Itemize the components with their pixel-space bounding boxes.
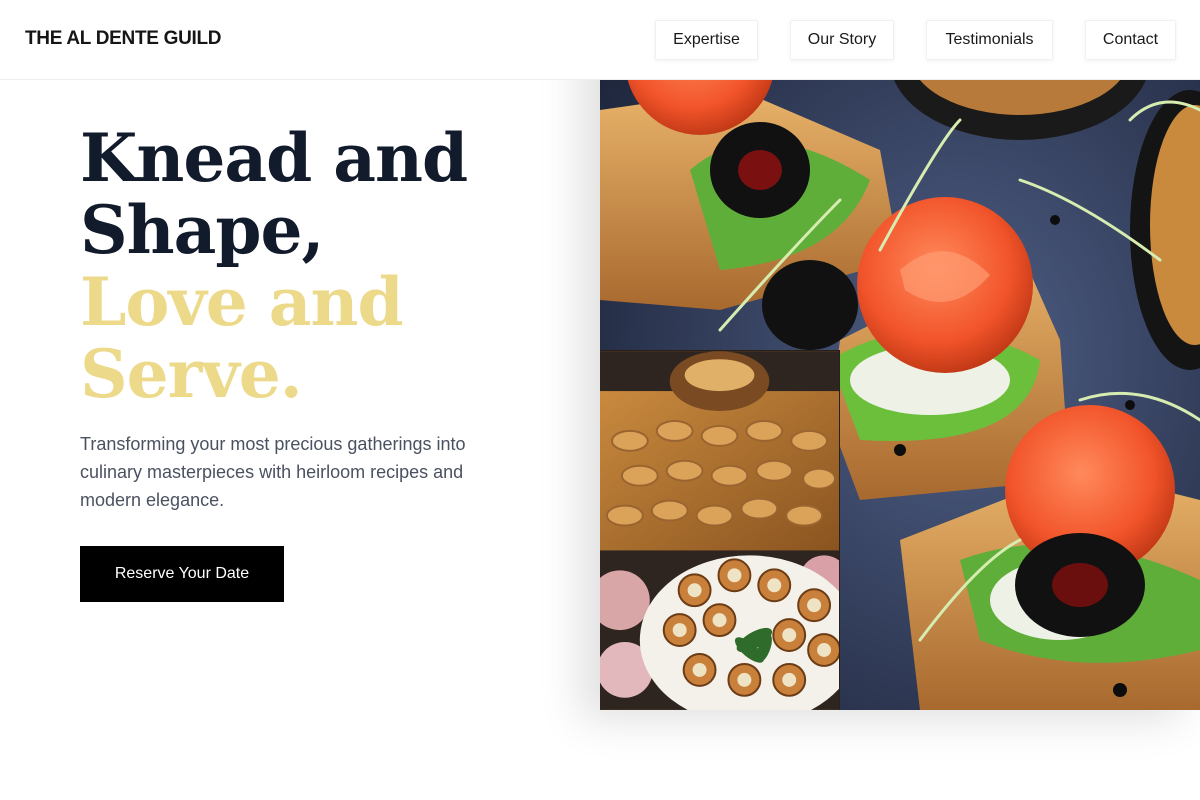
nav-our-story-button[interactable]: Our Story: [790, 20, 894, 60]
reserve-date-button[interactable]: Reserve Your Date: [80, 546, 284, 602]
site-header: THE AL DENTE GUILD Expertise Our Story T…: [0, 0, 1200, 80]
hero-title-line-3: Love and: [80, 263, 404, 341]
hero-subtitle: Transforming your most precious gatherin…: [80, 434, 466, 510]
brand-logo[interactable]: THE AL DENTE GUILD: [25, 28, 222, 50]
nav-expertise-button[interactable]: Expertise: [655, 20, 758, 60]
pastries-photo: [600, 350, 840, 710]
hero-title-line-2: Shape,: [80, 191, 325, 269]
nav-contact-button[interactable]: Contact: [1085, 20, 1176, 60]
hero-title-line-1: Knead and: [80, 119, 468, 197]
hero-title: Knead and Shape, Love and Serve.: [80, 122, 550, 410]
image-collage: [600, 0, 1200, 710]
nav-testimonials-button[interactable]: Testimonials: [926, 20, 1053, 60]
hero-title-line-4: Serve.: [80, 335, 303, 413]
